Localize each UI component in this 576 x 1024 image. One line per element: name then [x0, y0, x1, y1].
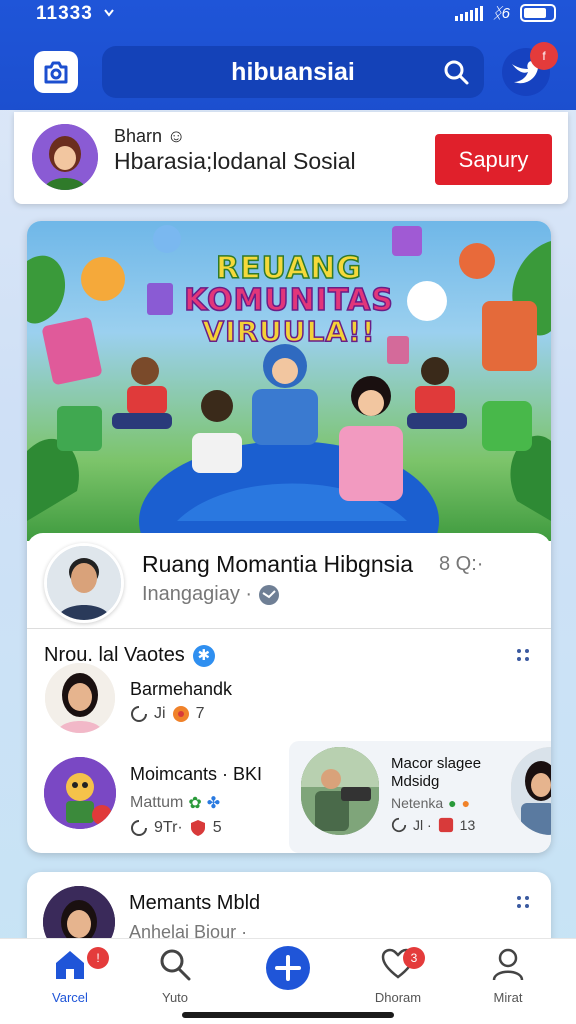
- list-item-sub: Mattum ✿ ✤: [130, 793, 220, 813]
- banner-title-line2: KOMUNITAS: [183, 282, 394, 319]
- more-options-icon[interactable]: [517, 649, 529, 661]
- list-item-avatar[interactable]: [45, 663, 115, 733]
- side-sub: Netenka ● ●: [391, 795, 470, 811]
- profile-avatar[interactable]: [32, 124, 98, 190]
- nav-search[interactable]: Yuto: [130, 947, 220, 1005]
- status-time: 11333: [36, 3, 93, 24]
- nav-profile-label: Mirat: [493, 990, 523, 1005]
- status-indicators: ᛝ6: [454, 4, 556, 22]
- search-icon: [160, 949, 191, 981]
- verified-icon: ✱: [192, 644, 215, 667]
- puzzle-icon: ✤: [206, 795, 221, 812]
- list-item-name[interactable]: Barmehandk: [130, 679, 232, 700]
- camera-button[interactable]: [34, 51, 78, 93]
- nav-profile[interactable]: Mirat: [463, 947, 553, 1005]
- comment-count: 5: [212, 819, 222, 836]
- list-item-sub-text: Mattum: [130, 794, 184, 811]
- nav-create[interactable]: [243, 946, 333, 996]
- side-stats: Jl · 13: [391, 817, 475, 833]
- home-indicator[interactable]: [182, 1012, 394, 1018]
- list-item-name[interactable]: Moimcants · BKI: [130, 764, 262, 785]
- like-count: 9Tr·: [154, 819, 183, 836]
- home-icon: [56, 951, 84, 979]
- network-icon: ᛝ6: [492, 4, 510, 22]
- like-icon[interactable]: [130, 705, 148, 723]
- profile-card: Bharn ☺ Hbarasia;lodanal Sosial Sapury: [14, 112, 568, 204]
- plus-icon: [266, 946, 310, 990]
- comment-count: 13: [459, 817, 476, 833]
- follow-button[interactable]: Sapury: [435, 134, 552, 185]
- nav-activity-badge: 3: [403, 947, 425, 969]
- nav-home-badge: !: [87, 947, 109, 969]
- side-title[interactable]: Macor slagee: [391, 755, 481, 772]
- banner-title-line3: VIRUULA!!: [202, 314, 376, 349]
- side-title-2: Mdsidg: [391, 773, 440, 790]
- list-item-stats: Ji 7: [130, 705, 204, 723]
- list-item-stats: 9Tr· 5: [130, 819, 222, 837]
- profile-subtitle: Hbarasia;lodanal Sosial: [114, 148, 356, 174]
- user-icon: [492, 948, 524, 981]
- community-banner[interactable]: REUANG KOMUNITAS VIRUULA!!: [27, 221, 551, 541]
- battery-icon: [520, 4, 556, 22]
- nav-home[interactable]: Varcel !: [25, 947, 115, 1005]
- like-count: Ji: [154, 705, 166, 722]
- like-icon[interactable]: [130, 819, 148, 837]
- featured-author-row[interactable]: Ruang Momantia Hibgnsia 8 Q:· Inangagiay…: [27, 533, 551, 629]
- comment-icon[interactable]: [172, 705, 190, 723]
- post-title: Memants Mbld: [129, 892, 261, 914]
- side-sub-text: Netenka: [391, 795, 444, 811]
- globe-icon: [259, 584, 280, 605]
- nav-activity-label: Dhoram: [374, 990, 422, 1005]
- more-options-icon[interactable]: [517, 896, 529, 908]
- nav-home-label: Varcel: [52, 990, 88, 1005]
- search-bar[interactable]: hibuansiai: [102, 46, 484, 98]
- side-preview-image[interactable]: [301, 747, 379, 835]
- comment-count: 7: [195, 705, 205, 722]
- profile-name: Bharn ☺: [114, 126, 186, 146]
- featured-extra: 8 Q:·: [439, 553, 484, 575]
- featured-subtitle: Inangagiay ·: [142, 583, 280, 606]
- search-icon[interactable]: [442, 58, 470, 86]
- app-header: 11333 ᛝ6 hibuansiai f: [0, 0, 576, 110]
- like-count: Jl ·: [413, 817, 432, 833]
- signal-icon: [454, 5, 483, 21]
- nav-activity[interactable]: Dhoram 3: [353, 947, 443, 1005]
- comment-icon[interactable]: [438, 817, 454, 833]
- side-preview-panel[interactable]: Macor slagee Mdsidg Netenka ● ● Jl · 13: [289, 741, 551, 853]
- search-query[interactable]: hibuansiai: [231, 58, 355, 87]
- banner-title-line1: REUANG: [215, 250, 362, 287]
- camera-icon: [44, 61, 68, 84]
- featured-author-avatar[interactable]: [44, 543, 124, 623]
- nav-search-label: Yuto: [161, 990, 189, 1005]
- side-avatar[interactable]: [511, 747, 551, 835]
- featured-subtitle-text: Inangagiay ·: [142, 583, 253, 605]
- shield-icon[interactable]: [189, 819, 207, 837]
- notification-badge: f: [530, 42, 558, 70]
- dropdown-icon: [104, 9, 114, 17]
- list-item-avatar[interactable]: [44, 757, 116, 829]
- featured-post-card: REUANG KOMUNITAS VIRUULA!! Ruang Momanti…: [27, 221, 551, 853]
- list-heading-text: Nrou. lal Vaotes: [44, 644, 185, 666]
- emoji-icon: ●: [461, 795, 471, 811]
- emoji-icon: ✿: [188, 795, 202, 812]
- emoji-icon: ●: [448, 795, 457, 811]
- featured-title: Ruang Momantia Hibgnsia: [142, 551, 414, 577]
- like-icon[interactable]: [391, 817, 407, 833]
